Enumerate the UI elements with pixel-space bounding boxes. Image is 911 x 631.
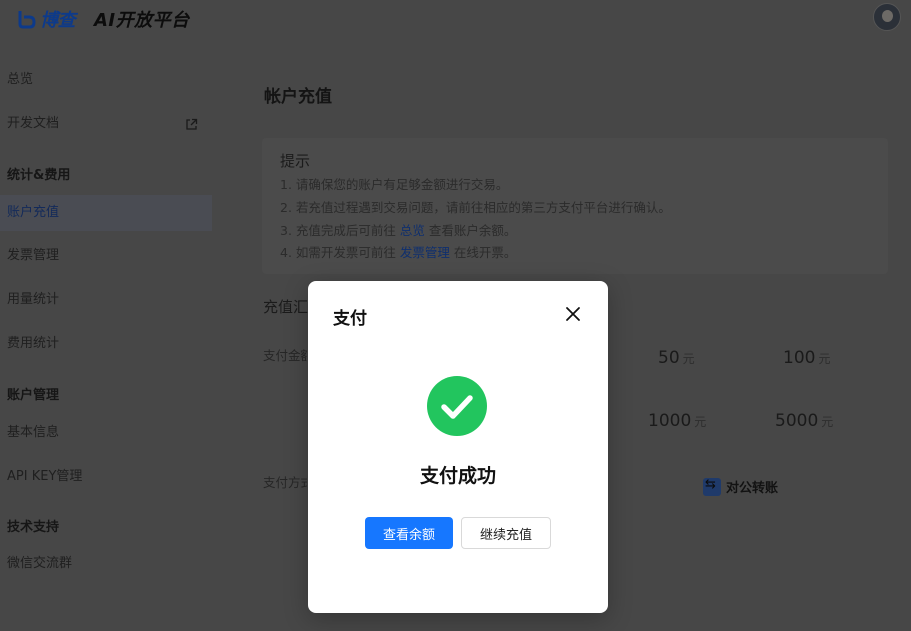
tip-text: 查看账户余额。 — [424, 223, 517, 238]
logo-text: 博查 — [40, 10, 76, 31]
transfer-icon — [703, 477, 721, 496]
success-message: 支付成功 — [419, 465, 496, 487]
amount-unit: 元 — [682, 352, 695, 366]
sidebar-item-api-key[interactable]: API KEY管理 — [0, 459, 212, 495]
amount-option-5000[interactable]: 5000 元 — [775, 411, 833, 431]
sidebar-item-usage[interactable]: 用量统计 — [0, 282, 212, 318]
sidebar-item-label: 开发文档 — [7, 116, 60, 131]
amount-value: 5000 — [775, 411, 819, 431]
sidebar: 总览 开发文档 统计&费用 账户充值 发票管理 用量统计 费用统计 账户管理 基… — [0, 38, 238, 631]
tip-line: 4. 如需开发票可前往 发票管理 在线开票。 — [280, 242, 516, 261]
sidebar-item-wechat-group[interactable]: 微信交流群 — [0, 546, 212, 582]
user-avatar[interactable] — [873, 3, 901, 31]
payment-modal: 支付 支付成功 查看余额 继续充值 — [308, 281, 608, 613]
tip-line: 1. 请确保您的账户有足够金额进行交易。 — [280, 177, 509, 192]
sidebar-item-invoice[interactable]: 发票管理 — [0, 238, 212, 274]
sidebar-item-cost[interactable]: 费用统计 — [0, 326, 212, 362]
page-title: 帐户充值 — [264, 87, 332, 107]
overview-link[interactable]: 总览 — [400, 223, 425, 238]
pay-method-label: 对公转账 — [726, 481, 779, 496]
tips-title: 提示 — [280, 152, 311, 170]
check-circle-icon — [427, 376, 487, 436]
tip-text: 3. 充值完成后可前往 — [280, 223, 400, 238]
bocha-logo-icon — [18, 11, 36, 29]
amount-option-50[interactable]: 50 元 — [658, 348, 695, 368]
close-icon[interactable] — [563, 304, 583, 324]
tip-text: 在线开票。 — [449, 245, 517, 260]
nav-group-stats: 统计&费用 — [7, 168, 71, 183]
logo[interactable]: 博查 — [16, 6, 76, 32]
nav-group-account: 账户管理 — [7, 388, 60, 403]
platform-title: AI开放平台 — [94, 10, 190, 31]
nav-group-support: 技术支持 — [7, 520, 60, 535]
pay-method-bank-transfer[interactable]: 对公转账 — [703, 477, 778, 496]
section-title: 充值汇总 — [263, 298, 309, 316]
amount-option-100[interactable]: 100 元 — [783, 348, 830, 368]
sidebar-item-overview[interactable]: 总览 — [0, 62, 212, 98]
sidebar-item-basic-info[interactable]: 基本信息 — [0, 415, 212, 451]
amount-unit: 元 — [818, 352, 831, 366]
amount-unit: 元 — [821, 415, 834, 429]
amount-value: 100 — [783, 348, 816, 368]
tips-panel: 提示 1. 请确保您的账户有足够金额进行交易。 2. 若充值过程遇到交易问题，请… — [262, 138, 888, 274]
top-header: 博查 AI开放平台 — [0, 0, 911, 38]
tip-line: 2. 若充值过程遇到交易问题，请前往相应的第三方支付平台进行确认。 — [280, 200, 671, 215]
amount-value: 50 — [658, 348, 680, 368]
sidebar-item-dev-docs[interactable]: 开发文档 — [0, 106, 212, 142]
amount-label: 支付金额 — [263, 348, 307, 363]
invoice-link[interactable]: 发票管理 — [400, 245, 450, 260]
modal-title: 支付 — [333, 309, 367, 329]
tip-line: 3. 充值完成后可前往 总览 查看账户余额。 — [280, 220, 516, 239]
check-balance-button[interactable]: 查看余额 — [365, 517, 453, 549]
amount-value: 1000 — [648, 411, 692, 431]
amount-option-1000[interactable]: 1000 元 — [648, 411, 706, 431]
continue-recharge-button[interactable]: 继续充值 — [461, 517, 551, 549]
method-label: 支付方式 — [263, 475, 307, 490]
amount-unit: 元 — [694, 415, 707, 429]
tip-text: 4. 如需开发票可前往 — [280, 245, 400, 260]
external-link-icon — [186, 118, 198, 130]
sidebar-item-recharge[interactable]: 账户充值 — [0, 195, 212, 231]
